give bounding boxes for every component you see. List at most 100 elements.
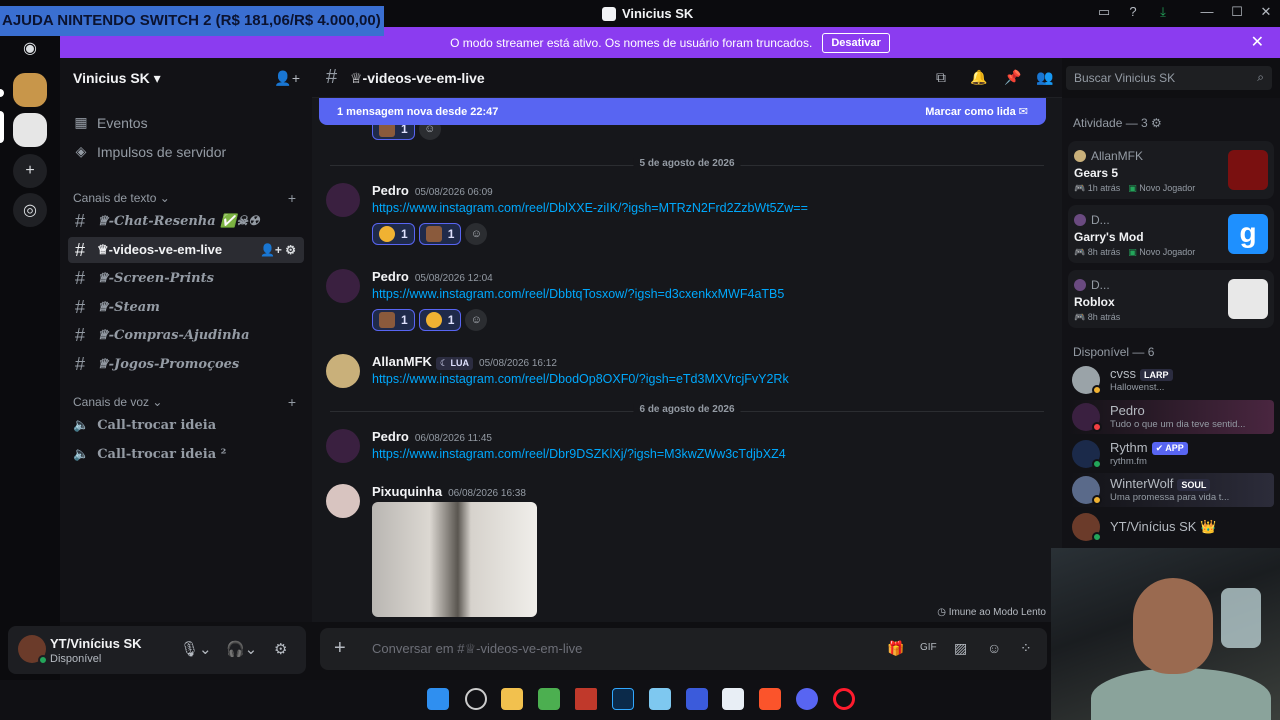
server-icon-1[interactable]	[13, 73, 47, 107]
member-item[interactable]: WinterWolf SOUL Uma promessa para vida t.…	[1068, 473, 1274, 507]
upload-plus-icon[interactable]: +	[334, 637, 346, 660]
activity-card[interactable]: D... Roblox 🎮 8h atrás	[1068, 270, 1274, 328]
message-input[interactable]: Conversar em #♕-videos-ve-em-live	[372, 641, 582, 657]
minimize-button[interactable]: —	[1197, 4, 1217, 22]
avatar	[1074, 214, 1086, 226]
invite-icon[interactable]: 👤+	[274, 70, 300, 87]
reaction-button[interactable]: 1	[372, 223, 415, 245]
hash-icon: #	[75, 239, 86, 260]
avatar[interactable]	[326, 269, 360, 303]
member-item[interactable]: YT/Vinícius SK 👑	[1068, 510, 1274, 544]
member-item[interactable]: cvss LARP Hallowenst...	[1068, 363, 1274, 397]
discover-icon[interactable]: ◎	[13, 193, 47, 227]
activity-header: Atividade — 3 ⚙	[1073, 116, 1162, 130]
brave-browser-icon[interactable]	[759, 688, 781, 710]
message-author[interactable]: Pedro 05/08/2026 12:04	[372, 269, 493, 284]
server-name-dropdown[interactable]: Vinicius SK ▾	[73, 70, 161, 87]
online-header: Disponível — 6	[1073, 345, 1155, 359]
voice-channel-1[interactable]: 🔈 Call-trocar ideia	[73, 418, 216, 433]
remote-desktop-icon[interactable]	[686, 688, 708, 710]
image-attachment[interactable]	[372, 502, 537, 617]
text-channels-category[interactable]: Canais de texto ⌄	[73, 191, 170, 205]
message-list: 1 mensagem nova desde 22:47 Marcar como …	[312, 98, 1062, 622]
voice-channel-2[interactable]: 🔈 Call-trocar ideia ²	[73, 447, 226, 462]
file-explorer-icon[interactable]	[501, 688, 523, 710]
discord-taskbar-icon[interactable]	[796, 688, 818, 710]
search-input[interactable]: Buscar Vinicius SK ⌕	[1066, 66, 1272, 90]
add-text-channel-icon[interactable]: +	[288, 190, 296, 206]
disable-streamer-mode-button[interactable]: Desativar	[822, 32, 890, 53]
message-author[interactable]: Pedro 05/08/2026 06:09	[372, 183, 493, 198]
mark-as-read-button[interactable]: Marcar como lida ✉	[925, 105, 1028, 118]
server-boosts-item[interactable]: ◈ Impulsos de servidor	[73, 143, 227, 160]
microphone-icon[interactable]: 🎙⌄	[180, 640, 212, 658]
server-icon-vinicius[interactable]	[13, 113, 47, 147]
gif-icon[interactable]: GIF	[920, 642, 937, 653]
sticker-icon[interactable]: ▨	[954, 640, 967, 657]
channel-sidebar: Vinicius SK ▾ 👤+ ▦ Eventos ◈ Impulsos de…	[60, 58, 312, 622]
reaction-button[interactable]: 1	[372, 309, 415, 331]
channel-steam[interactable]: # ♕-Steam	[68, 294, 304, 320]
maximize-button[interactable]: ☐	[1227, 4, 1247, 22]
photoshop-icon[interactable]	[612, 688, 634, 710]
message-link[interactable]: https://www.instagram.com/reel/DblXXE-zi…	[372, 201, 808, 215]
discord-home-icon[interactable]: ◉	[13, 31, 47, 65]
pin-icon[interactable]: 📌	[1004, 69, 1021, 86]
headphones-icon[interactable]: 🎧⌄	[226, 640, 257, 658]
events-item[interactable]: ▦ Eventos	[73, 114, 147, 131]
avatar[interactable]	[326, 484, 360, 518]
inbox-icon[interactable]: ▭	[1094, 4, 1114, 22]
add-server-icon[interactable]: +	[13, 154, 47, 188]
reaction-button[interactable]: 1	[418, 309, 462, 331]
emoji-icon[interactable]: ☺	[987, 640, 1001, 656]
app-store-icon[interactable]	[538, 688, 560, 710]
username[interactable]: YT/Vinícius SK	[50, 636, 142, 651]
member-list-icon[interactable]: 👥	[1036, 69, 1053, 86]
activity-card[interactable]: AllanMFK Gears 5 🎮 1h atrásNovo Jogador	[1068, 141, 1274, 199]
message-link[interactable]: https://www.instagram.com/reel/DbbtqTosx…	[372, 287, 784, 301]
close-window-button[interactable]: ✕	[1256, 4, 1276, 22]
member-item[interactable]: Pedro Tudo o que um dia teve sentid...	[1068, 400, 1274, 434]
user-settings-icon[interactable]: ⚙	[274, 640, 287, 658]
add-voice-channel-icon[interactable]: +	[288, 394, 296, 410]
windows-start-icon[interactable]	[427, 688, 449, 710]
add-reaction-icon[interactable]: ☺	[465, 309, 488, 331]
notification-bell-icon[interactable]: 🔔	[970, 69, 987, 86]
threads-icon[interactable]: ⧉	[936, 69, 946, 86]
steam-icon[interactable]	[465, 688, 487, 710]
new-messages-bar[interactable]: 1 mensagem nova desde 22:47 Marcar como …	[319, 98, 1046, 125]
channel-videos-ve-em-live[interactable]: # ♕-videos-ve-em-live 👤+ ⚙	[68, 237, 304, 263]
avatar[interactable]	[326, 183, 360, 217]
task-manager-icon[interactable]	[722, 688, 744, 710]
avatar[interactable]	[326, 354, 360, 388]
channel-screen-prints[interactable]: # ♕-Screen-Prints	[68, 265, 304, 291]
help-icon[interactable]: ?	[1123, 4, 1143, 22]
reaction-button[interactable]: 1	[418, 223, 462, 245]
message-author[interactable]: AllanMFK ☾ LUA 05/08/2026 16:12	[372, 354, 557, 370]
channel-settings-icon[interactable]: 👤+ ⚙	[260, 243, 296, 257]
add-reaction-icon[interactable]: ☺	[465, 223, 488, 245]
activity-card[interactable]: D... Garry's Mod 🎮 8h atrásNovo Jogador …	[1068, 205, 1274, 263]
download-icon[interactable]: ⤓	[1153, 4, 1173, 22]
channel-jogos-promocoes[interactable]: # ♕-Jogos-Promoçoes	[68, 351, 304, 377]
notepad-icon[interactable]	[649, 688, 671, 710]
opera-icon[interactable]	[833, 688, 855, 710]
gears-5-game-icon	[1228, 150, 1268, 190]
member-item[interactable]: Rythm ✔ APP rythm.fm	[1068, 437, 1274, 471]
avatar[interactable]	[326, 429, 360, 463]
apps-icon[interactable]: ⁘	[1020, 640, 1032, 657]
channel-chat-resenha[interactable]: # ♕-Chat-Resenha ✅☠☢	[68, 208, 304, 234]
voice-channels-category[interactable]: Canais de voz ⌄	[73, 395, 162, 409]
search-icon: ⌕	[1257, 70, 1264, 84]
message-author[interactable]: Pixuquinha 06/08/2026 16:38	[372, 484, 526, 499]
channel-compras-ajudinha[interactable]: # ♕-Compras-Ajudinha	[68, 322, 304, 348]
message-author[interactable]: Pedro 06/08/2026 11:45	[372, 429, 492, 444]
close-icon[interactable]: ✕	[1251, 32, 1264, 52]
message-link[interactable]: https://www.instagram.com/reel/Dbr9DSZKl…	[372, 447, 786, 461]
hash-icon: #	[75, 324, 86, 345]
hash-icon: #	[75, 210, 86, 231]
gift-icon[interactable]: 🎁	[887, 640, 904, 657]
discord-logo-icon	[602, 6, 616, 21]
message-link[interactable]: https://www.instagram.com/reel/DbodOp8OX…	[372, 372, 789, 386]
adobe-icon[interactable]	[575, 688, 597, 710]
